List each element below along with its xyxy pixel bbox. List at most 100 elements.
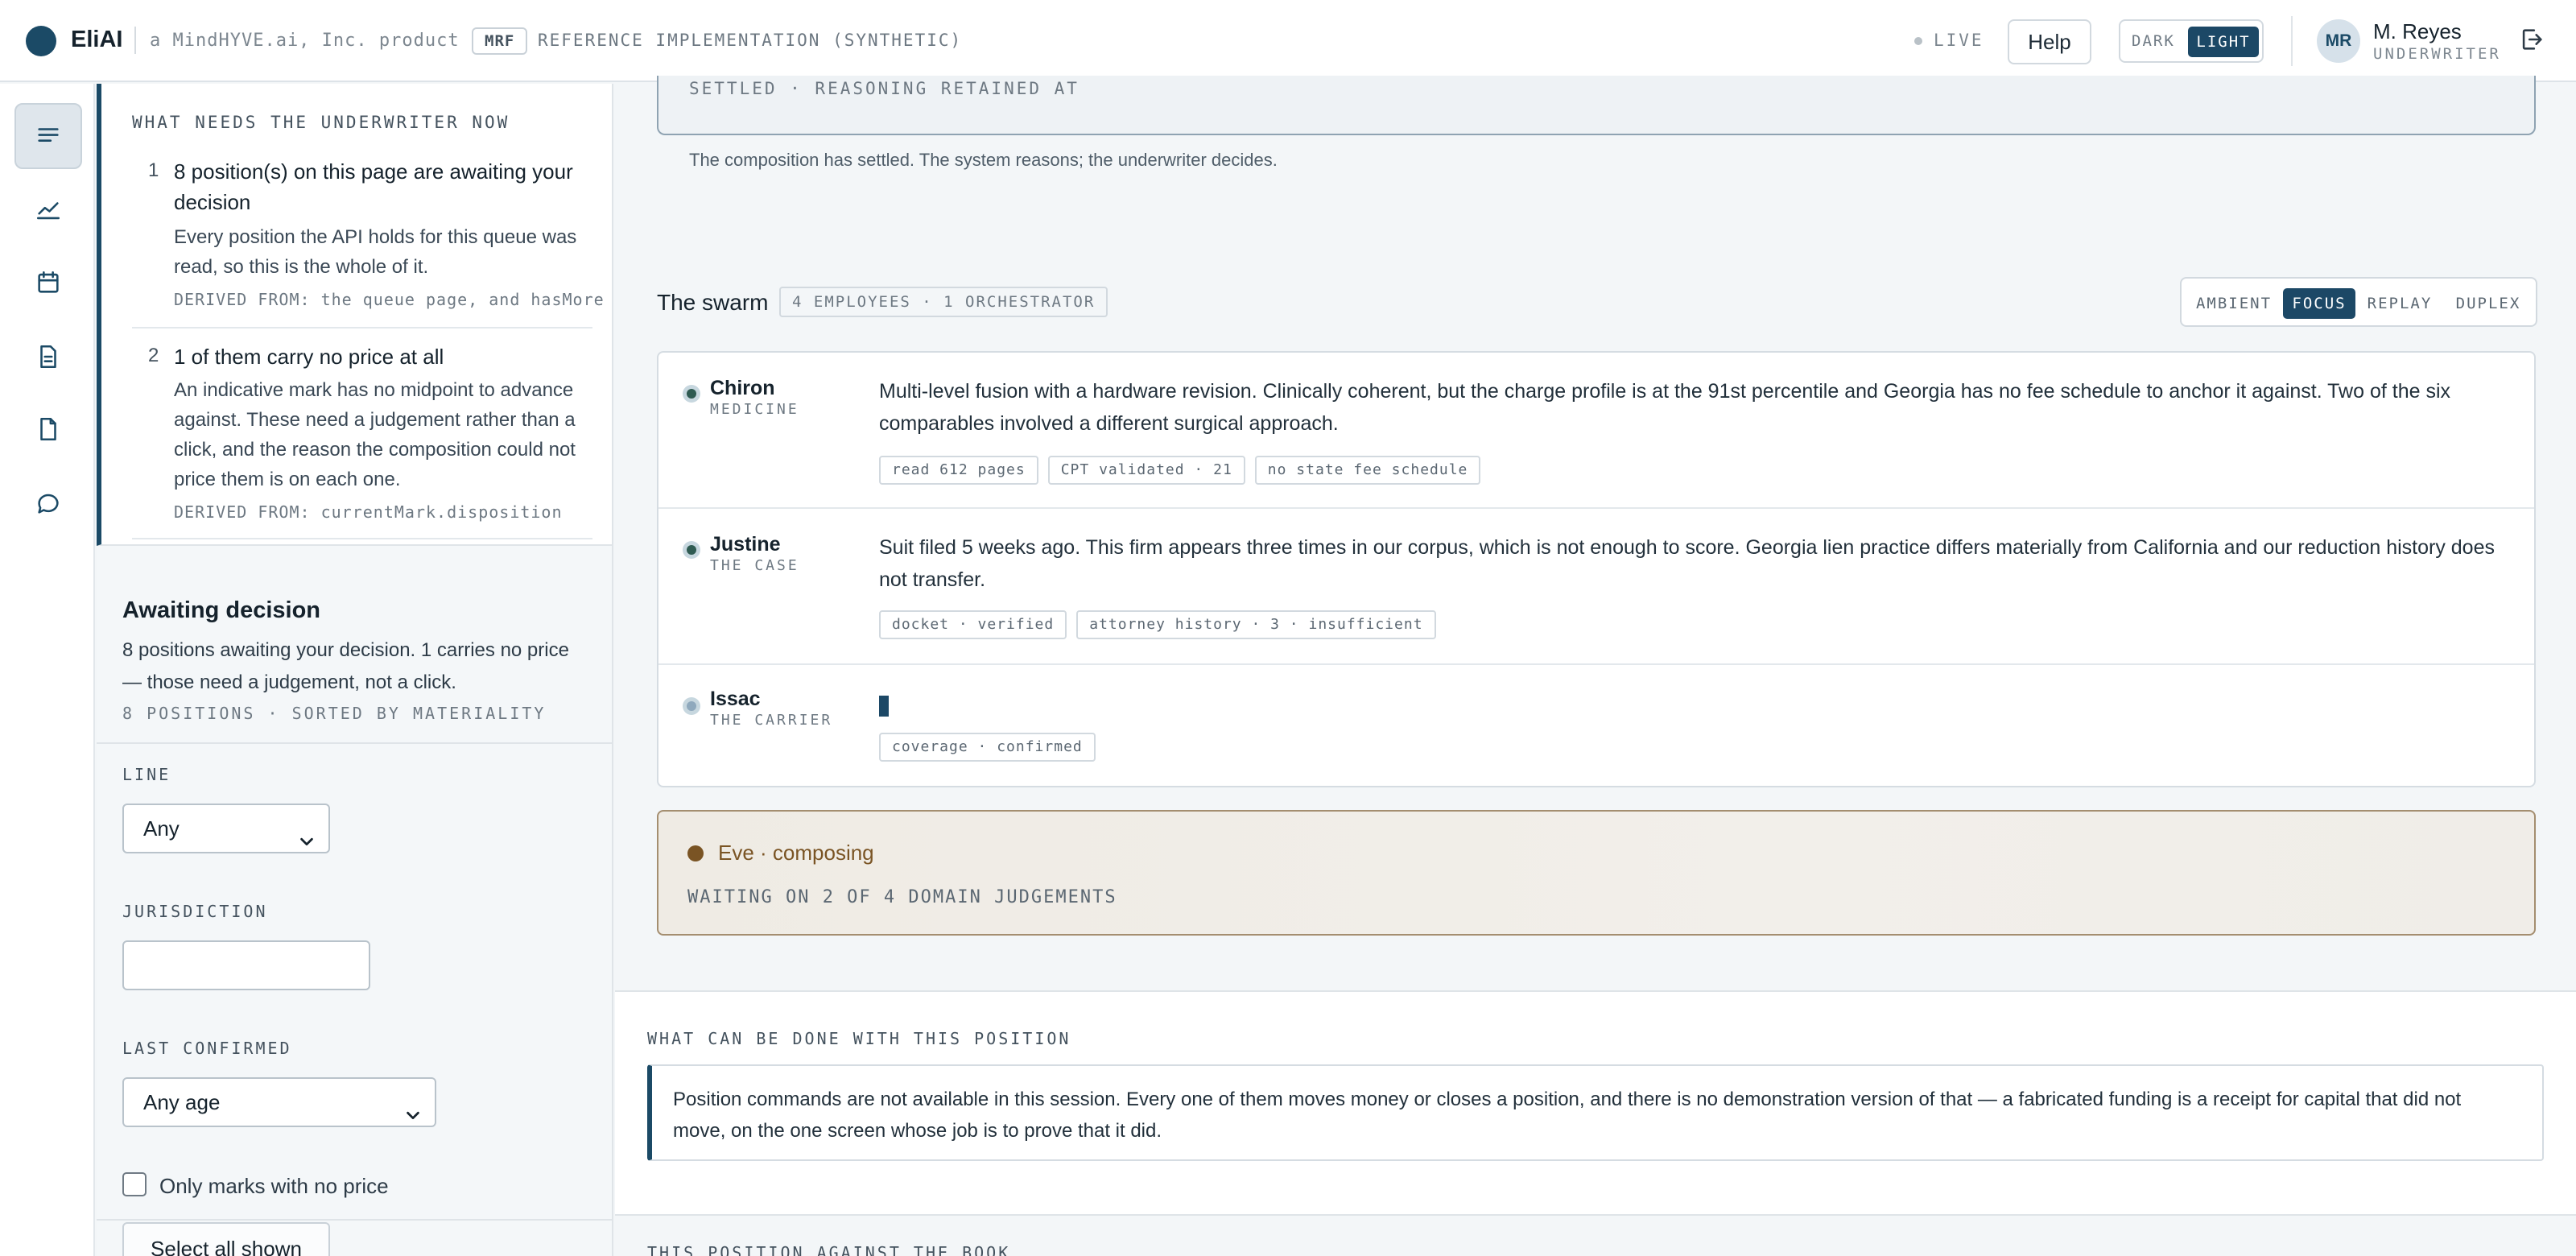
- swarm-badge: 4 EMPLOYEES · 1 ORCHESTRATOR: [779, 287, 1108, 317]
- live-status: LIVE: [1934, 31, 1984, 50]
- agent-role: MEDICINE: [710, 401, 799, 418]
- divider: [132, 538, 592, 539]
- agent-status-icon: [683, 541, 700, 559]
- divider: [2291, 16, 2293, 66]
- theme-dark-option[interactable]: DARK: [2132, 32, 2175, 50]
- chevron-down-icon: [298, 820, 316, 866]
- agent-judgement: Multi-level fusion with a hardware revis…: [879, 380, 2451, 435]
- chat-icon[interactable]: [14, 470, 82, 536]
- orchestrator-status: WAITING ON 2 OF 4 DOMAIN JUDGEMENTS: [687, 887, 1117, 907]
- tagline: a MindHYVE.ai, Inc. product: [150, 31, 460, 51]
- list-icon[interactable]: [14, 103, 82, 169]
- theme-toggle[interactable]: DARK LIGHT: [2119, 19, 2264, 63]
- last-confirmed-label: LAST CONFIRMED: [122, 1039, 292, 1058]
- queue-panel: WHAT NEEDS THE UNDERWRITER NOW 1 8 posit…: [97, 84, 613, 1256]
- agent-row-issac[interactable]: Issac THE CARRIER coverage · confirmed: [658, 665, 2534, 786]
- divider: [97, 742, 612, 744]
- agent-tags: coverage · confirmed: [879, 733, 1096, 762]
- jurisdiction-input[interactable]: [122, 940, 370, 990]
- orchestrator-card: Eve · composing WAITING ON 2 OF 4 DOMAIN…: [657, 810, 2536, 936]
- agent-name: Issac: [710, 688, 761, 710]
- need-source: DERIVED FROM: the queue page, and hasMor…: [174, 290, 605, 309]
- agent-row-justine[interactable]: Justine THE CASE Suit filed 5 weeks ago.…: [658, 509, 2534, 663]
- agent-name: Chiron: [710, 377, 775, 399]
- mrf-badge: MRF: [472, 27, 528, 55]
- awaiting-title: Awaiting decision: [122, 597, 321, 623]
- agent-role: THE CARRIER: [710, 712, 833, 729]
- evidence-tag: no state fee schedule: [1254, 456, 1481, 485]
- agent-tags: docket · verified attorney history · 3 ·…: [879, 610, 1436, 639]
- user-name: M. Reyes: [2373, 19, 2462, 43]
- needs-attention-card: WHAT NEEDS THE UNDERWRITER NOW 1 8 posit…: [97, 84, 613, 546]
- logout-icon[interactable]: [2518, 26, 2545, 53]
- divider: [132, 327, 592, 328]
- user-role: UNDERWRITER: [2373, 45, 2501, 63]
- no-price-label[interactable]: Only marks with no price: [159, 1174, 389, 1199]
- agent-role: THE CASE: [710, 557, 799, 574]
- agent-status-icon: [683, 385, 700, 403]
- view-mode-switch[interactable]: AMBIENT FOCUS REPLAY DUPLEX: [2180, 277, 2537, 327]
- swarm-title: The swarm: [657, 290, 769, 315]
- agent-judgement: Suit filed 5 weeks ago. This firm appear…: [879, 536, 2495, 591]
- agent-row-chiron[interactable]: Chiron MEDICINE Multi-level fusion with …: [658, 353, 2534, 507]
- agent-status-icon: [683, 697, 700, 715]
- need-number: 2: [148, 345, 159, 366]
- mode-ambient[interactable]: AMBIENT: [2188, 288, 2280, 319]
- line-label: LINE: [122, 765, 171, 784]
- orchestrator-title: Eve · composing: [718, 841, 874, 865]
- commands-unavailable-notice: Position commands are not available in t…: [647, 1064, 2544, 1161]
- evidence-tag: docket · verified: [879, 610, 1067, 639]
- last-confirmed-value: Any age: [143, 1090, 221, 1114]
- book-section-title: THIS POSITION AGAINST THE BOOK: [647, 1243, 1011, 1256]
- typing-cursor: [879, 696, 889, 717]
- agent-name: Justine: [710, 533, 781, 556]
- needs-title: WHAT NEEDS THE UNDERWRITER NOW: [132, 113, 510, 132]
- need-heading: 1 of them carry no price at all: [174, 345, 444, 369]
- settled-label: SETTLED · REASONING RETAINED AT: [689, 79, 1080, 98]
- help-button[interactable]: Help: [2008, 19, 2091, 64]
- actions-section: WHAT CAN BE DONE WITH THIS POSITION Posi…: [615, 992, 2576, 1216]
- select-all-button[interactable]: Select all shown: [122, 1222, 330, 1256]
- chevron-down-icon: [404, 1093, 422, 1140]
- trend-icon[interactable]: [14, 177, 82, 243]
- evidence-tag: attorney history · 3 · insufficient: [1076, 610, 1436, 639]
- nav-rail: [0, 84, 95, 1256]
- brand-name: EliAI: [71, 27, 123, 52]
- environment-label: REFERENCE IMPLEMENTATION (SYNTHETIC): [538, 31, 963, 50]
- logo: [26, 26, 56, 56]
- need-number: 1: [148, 159, 159, 181]
- position-detail: SETTLED · REASONING RETAINED AT The comp…: [615, 76, 2576, 1256]
- orchestrator-status-icon: [687, 845, 704, 861]
- divider: [615, 1214, 2576, 1216]
- settled-banner: SETTLED · REASONING RETAINED AT: [657, 76, 2536, 135]
- awaiting-description: 8 positions awaiting your decision. 1 ca…: [122, 639, 569, 693]
- avatar[interactable]: MR: [2317, 19, 2360, 63]
- need-body: An indicative mark has no midpoint to ad…: [174, 379, 576, 490]
- line-select[interactable]: Any: [122, 804, 330, 853]
- jurisdiction-label: JURISDICTION: [122, 902, 268, 921]
- mode-focus[interactable]: FOCUS: [2283, 288, 2355, 319]
- settled-note: The composition has settled. The system …: [689, 150, 1278, 170]
- file-icon[interactable]: [14, 396, 82, 462]
- evidence-tag: read 612 pages: [879, 456, 1038, 485]
- mode-replay[interactable]: REPLAY: [2360, 288, 2439, 319]
- divider: [134, 27, 136, 54]
- document-icon[interactable]: [14, 324, 82, 390]
- agent-tags: read 612 pages CPT validated · 21 no sta…: [879, 456, 1481, 485]
- calendar-icon[interactable]: [14, 250, 82, 316]
- divider: [97, 1219, 612, 1221]
- line-select-value: Any: [143, 816, 180, 841]
- awaiting-meta: 8 POSITIONS · SORTED BY MATERIALITY: [122, 704, 547, 723]
- mode-duplex[interactable]: DUPLEX: [2444, 288, 2533, 319]
- live-indicator-icon: [1914, 37, 1922, 45]
- last-confirmed-select[interactable]: Any age: [122, 1077, 436, 1127]
- need-heading: 8 position(s) on this page are awaiting …: [174, 159, 573, 214]
- no-price-checkbox[interactable]: [122, 1172, 147, 1196]
- evidence-tag: CPT validated · 21: [1047, 456, 1245, 485]
- theme-light-option[interactable]: LIGHT: [2188, 27, 2259, 57]
- evidence-tag: coverage · confirmed: [879, 733, 1096, 762]
- swarm-roster: Chiron MEDICINE Multi-level fusion with …: [657, 351, 2536, 787]
- notice-text: Position commands are not available in t…: [673, 1089, 2462, 1142]
- need-source: DERIVED FROM: currentMark.disposition: [174, 502, 563, 522]
- need-body: Every position the API holds for this qu…: [174, 226, 577, 278]
